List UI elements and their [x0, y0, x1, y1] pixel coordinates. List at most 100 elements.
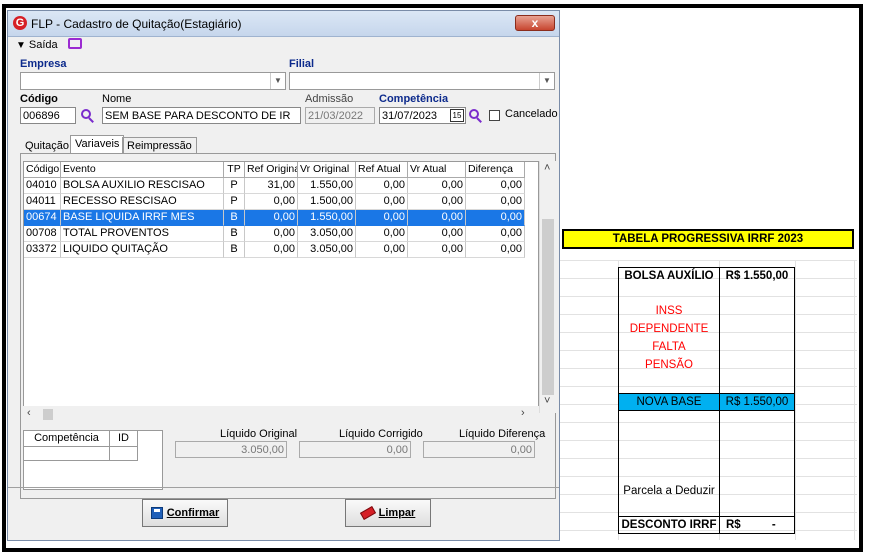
cell-vr-original[interactable]: 3.050,00 — [298, 226, 356, 242]
scroll-up-icon[interactable]: ˄ — [544, 162, 550, 174]
cell-tp[interactable]: P — [224, 178, 245, 194]
table-row[interactable]: 00674 BASE LIQUIDA IRRF MES B 0,00 1.550,00 0… — [24, 210, 525, 226]
cell-vr-atual[interactable]: 0,00 — [408, 178, 466, 194]
filial-select[interactable]: ▼ — [289, 72, 555, 90]
cell-evento[interactable]: BOLSA AUXILIO RESCISAO — [61, 178, 224, 194]
cell-codigo[interactable]: 00708 — [24, 226, 61, 242]
scroll-left-icon[interactable]: ‹ — [27, 407, 31, 419]
cell-ref-atual[interactable]: 0,00 — [356, 210, 408, 226]
tab-variaveis[interactable]: Variaveis — [70, 135, 125, 154]
cell-tp[interactable]: B — [224, 226, 245, 242]
tab-reimpressao[interactable]: Reimpressão — [122, 137, 197, 154]
scroll-right-icon[interactable]: › — [521, 407, 525, 419]
spreadsheet-area: TABELA PROGRESSIVA IRRF 2023 BOLSA AUXÍL… — [560, 10, 857, 540]
menu-saida[interactable]: ▼ Saída — [16, 39, 58, 51]
confirmar-button[interactable]: Confirmar — [142, 499, 228, 527]
col-evento[interactable]: Evento — [61, 162, 224, 178]
cell-diferenca[interactable]: 0,00 — [466, 194, 525, 210]
cell-ref-original[interactable]: 0,00 — [245, 194, 298, 210]
cell-diferenca[interactable]: 0,00 — [466, 210, 525, 226]
liquido-diferenca-label: Líquido Diferença — [459, 428, 546, 440]
cell-ref-original[interactable]: 31,00 — [245, 178, 298, 194]
col-id[interactable]: ID — [110, 431, 138, 447]
cell-vr-atual[interactable]: 0,00 — [408, 210, 466, 226]
cell-ref-original[interactable]: 0,00 — [245, 242, 298, 258]
nome-field[interactable]: SEM BASE PARA DESCONTO DE IR — [102, 107, 301, 124]
tab-quitacao[interactable]: Quitação — [20, 137, 74, 154]
cell-vr-original[interactable]: 1.550,00 — [298, 178, 356, 194]
app-logo-icon: G — [13, 16, 27, 30]
col-tp[interactable]: TP — [224, 162, 245, 178]
cell-vr-atual[interactable]: 0,00 — [408, 242, 466, 258]
competencia-id-grid: Competência ID — [23, 430, 163, 490]
blank-cell — [719, 447, 795, 465]
col-codigo[interactable]: Código — [24, 162, 61, 178]
scroll-down-icon[interactable]: ˅ — [544, 395, 550, 407]
admissao-field: 21/03/2022 — [305, 107, 375, 124]
cell-ref-atual[interactable]: 0,00 — [356, 194, 408, 210]
cell-diferenca[interactable]: 0,00 — [466, 242, 525, 258]
cell-tp[interactable]: B — [224, 242, 245, 258]
col-ref-atual[interactable]: Ref Atual — [356, 162, 408, 178]
monitor-icon[interactable] — [68, 38, 82, 49]
cell-vr-original[interactable]: 3.050,00 — [298, 242, 356, 258]
empresa-select[interactable]: ▼ — [20, 72, 286, 90]
inss-value — [719, 303, 795, 321]
col-vr-atual[interactable]: Vr Atual — [408, 162, 466, 178]
blank-cell — [719, 465, 795, 483]
cancelado-checkbox[interactable] — [489, 110, 500, 121]
cell-ref-original[interactable]: 0,00 — [245, 210, 298, 226]
close-button[interactable]: x — [515, 15, 555, 31]
table-row[interactable]: 03372 LIQUIDO QUITAÇÃO B 0,00 3.050,00 0,00 0,… — [24, 242, 525, 258]
grid-horizontal-scrollbar[interactable]: ‹ › — [23, 406, 539, 423]
col-competencia[interactable]: Competência — [24, 431, 110, 447]
search-codigo-icon[interactable] — [81, 109, 95, 123]
cell-codigo[interactable]: 04011 — [24, 194, 61, 210]
cell-diferenca[interactable]: 0,00 — [466, 226, 525, 242]
cell-tp[interactable]: B — [224, 210, 245, 226]
search-competencia-icon[interactable] — [469, 109, 483, 123]
grid-vertical-scrollbar[interactable]: ˄ ˅ — [539, 161, 556, 413]
dependente-value — [719, 321, 795, 339]
chevron-down-icon[interactable]: ▼ — [539, 73, 554, 89]
table-row[interactable]: 00708 TOTAL PROVENTOS B 0,00 3.050,00 0,00 0,0… — [24, 226, 525, 242]
cell-vr-original[interactable]: 1.550,00 — [298, 210, 356, 226]
limpar-button[interactable]: Limpar — [345, 499, 431, 527]
cell-ref-atual[interactable]: 0,00 — [356, 178, 408, 194]
cell-ref-atual[interactable]: 0,00 — [356, 226, 408, 242]
grid-header: Código Evento TP Ref Original Vr Origina… — [24, 162, 525, 178]
cell-ref-original[interactable]: 0,00 — [245, 226, 298, 242]
col-diferenca[interactable]: Diferença — [466, 162, 525, 178]
cell-evento[interactable]: BASE LIQUIDA IRRF MES — [61, 210, 224, 226]
calendar-icon[interactable]: 15 — [450, 109, 464, 122]
liquido-diferenca-field: 0,00 — [423, 441, 535, 458]
cell-evento[interactable]: LIQUIDO QUITAÇÃO — [61, 242, 224, 258]
col-ref-original[interactable]: Ref Original — [245, 162, 298, 178]
table-row[interactable]: 04010 BOLSA AUXILIO RESCISAO P 31,00 1.550,0… — [24, 178, 525, 194]
scroll-thumb[interactable] — [43, 409, 53, 420]
filial-label: Filial — [289, 58, 315, 70]
chevron-down-icon[interactable]: ▼ — [270, 73, 285, 89]
cell-codigo[interactable]: 00674 — [24, 210, 61, 226]
cell-vr-atual[interactable]: 0,00 — [408, 194, 466, 210]
table-row[interactable]: 04011 RECESSO RESCISAO P 0,00 1.500,00 0,00 0,… — [24, 194, 525, 210]
cell-codigo[interactable]: 04010 — [24, 178, 61, 194]
scroll-thumb[interactable] — [542, 219, 554, 395]
competencia-field[interactable]: 31/07/2023 15 — [379, 107, 466, 124]
mini-cell — [110, 447, 138, 461]
cell-ref-atual[interactable]: 0,00 — [356, 242, 408, 258]
cell-vr-atual[interactable]: 0,00 — [408, 226, 466, 242]
cell-diferenca[interactable]: 0,00 — [466, 178, 525, 194]
codigo-field[interactable]: 006896 — [20, 107, 76, 124]
cell-evento[interactable]: TOTAL PROVENTOS — [61, 226, 224, 242]
cell-evento[interactable]: RECESSO RESCISAO — [61, 194, 224, 210]
cell-vr-original[interactable]: 1.500,00 — [298, 194, 356, 210]
dependente-label: DEPENDENTE — [618, 321, 720, 339]
cell-codigo[interactable]: 03372 — [24, 242, 61, 258]
mini-cell — [24, 447, 110, 461]
liquido-corrigido-field: 0,00 — [299, 441, 411, 458]
menu-saida-label: Saída — [28, 39, 58, 51]
cell-tp[interactable]: P — [224, 194, 245, 210]
codigo-label: Código — [20, 93, 58, 105]
col-vr-original[interactable]: Vr Original — [298, 162, 356, 178]
